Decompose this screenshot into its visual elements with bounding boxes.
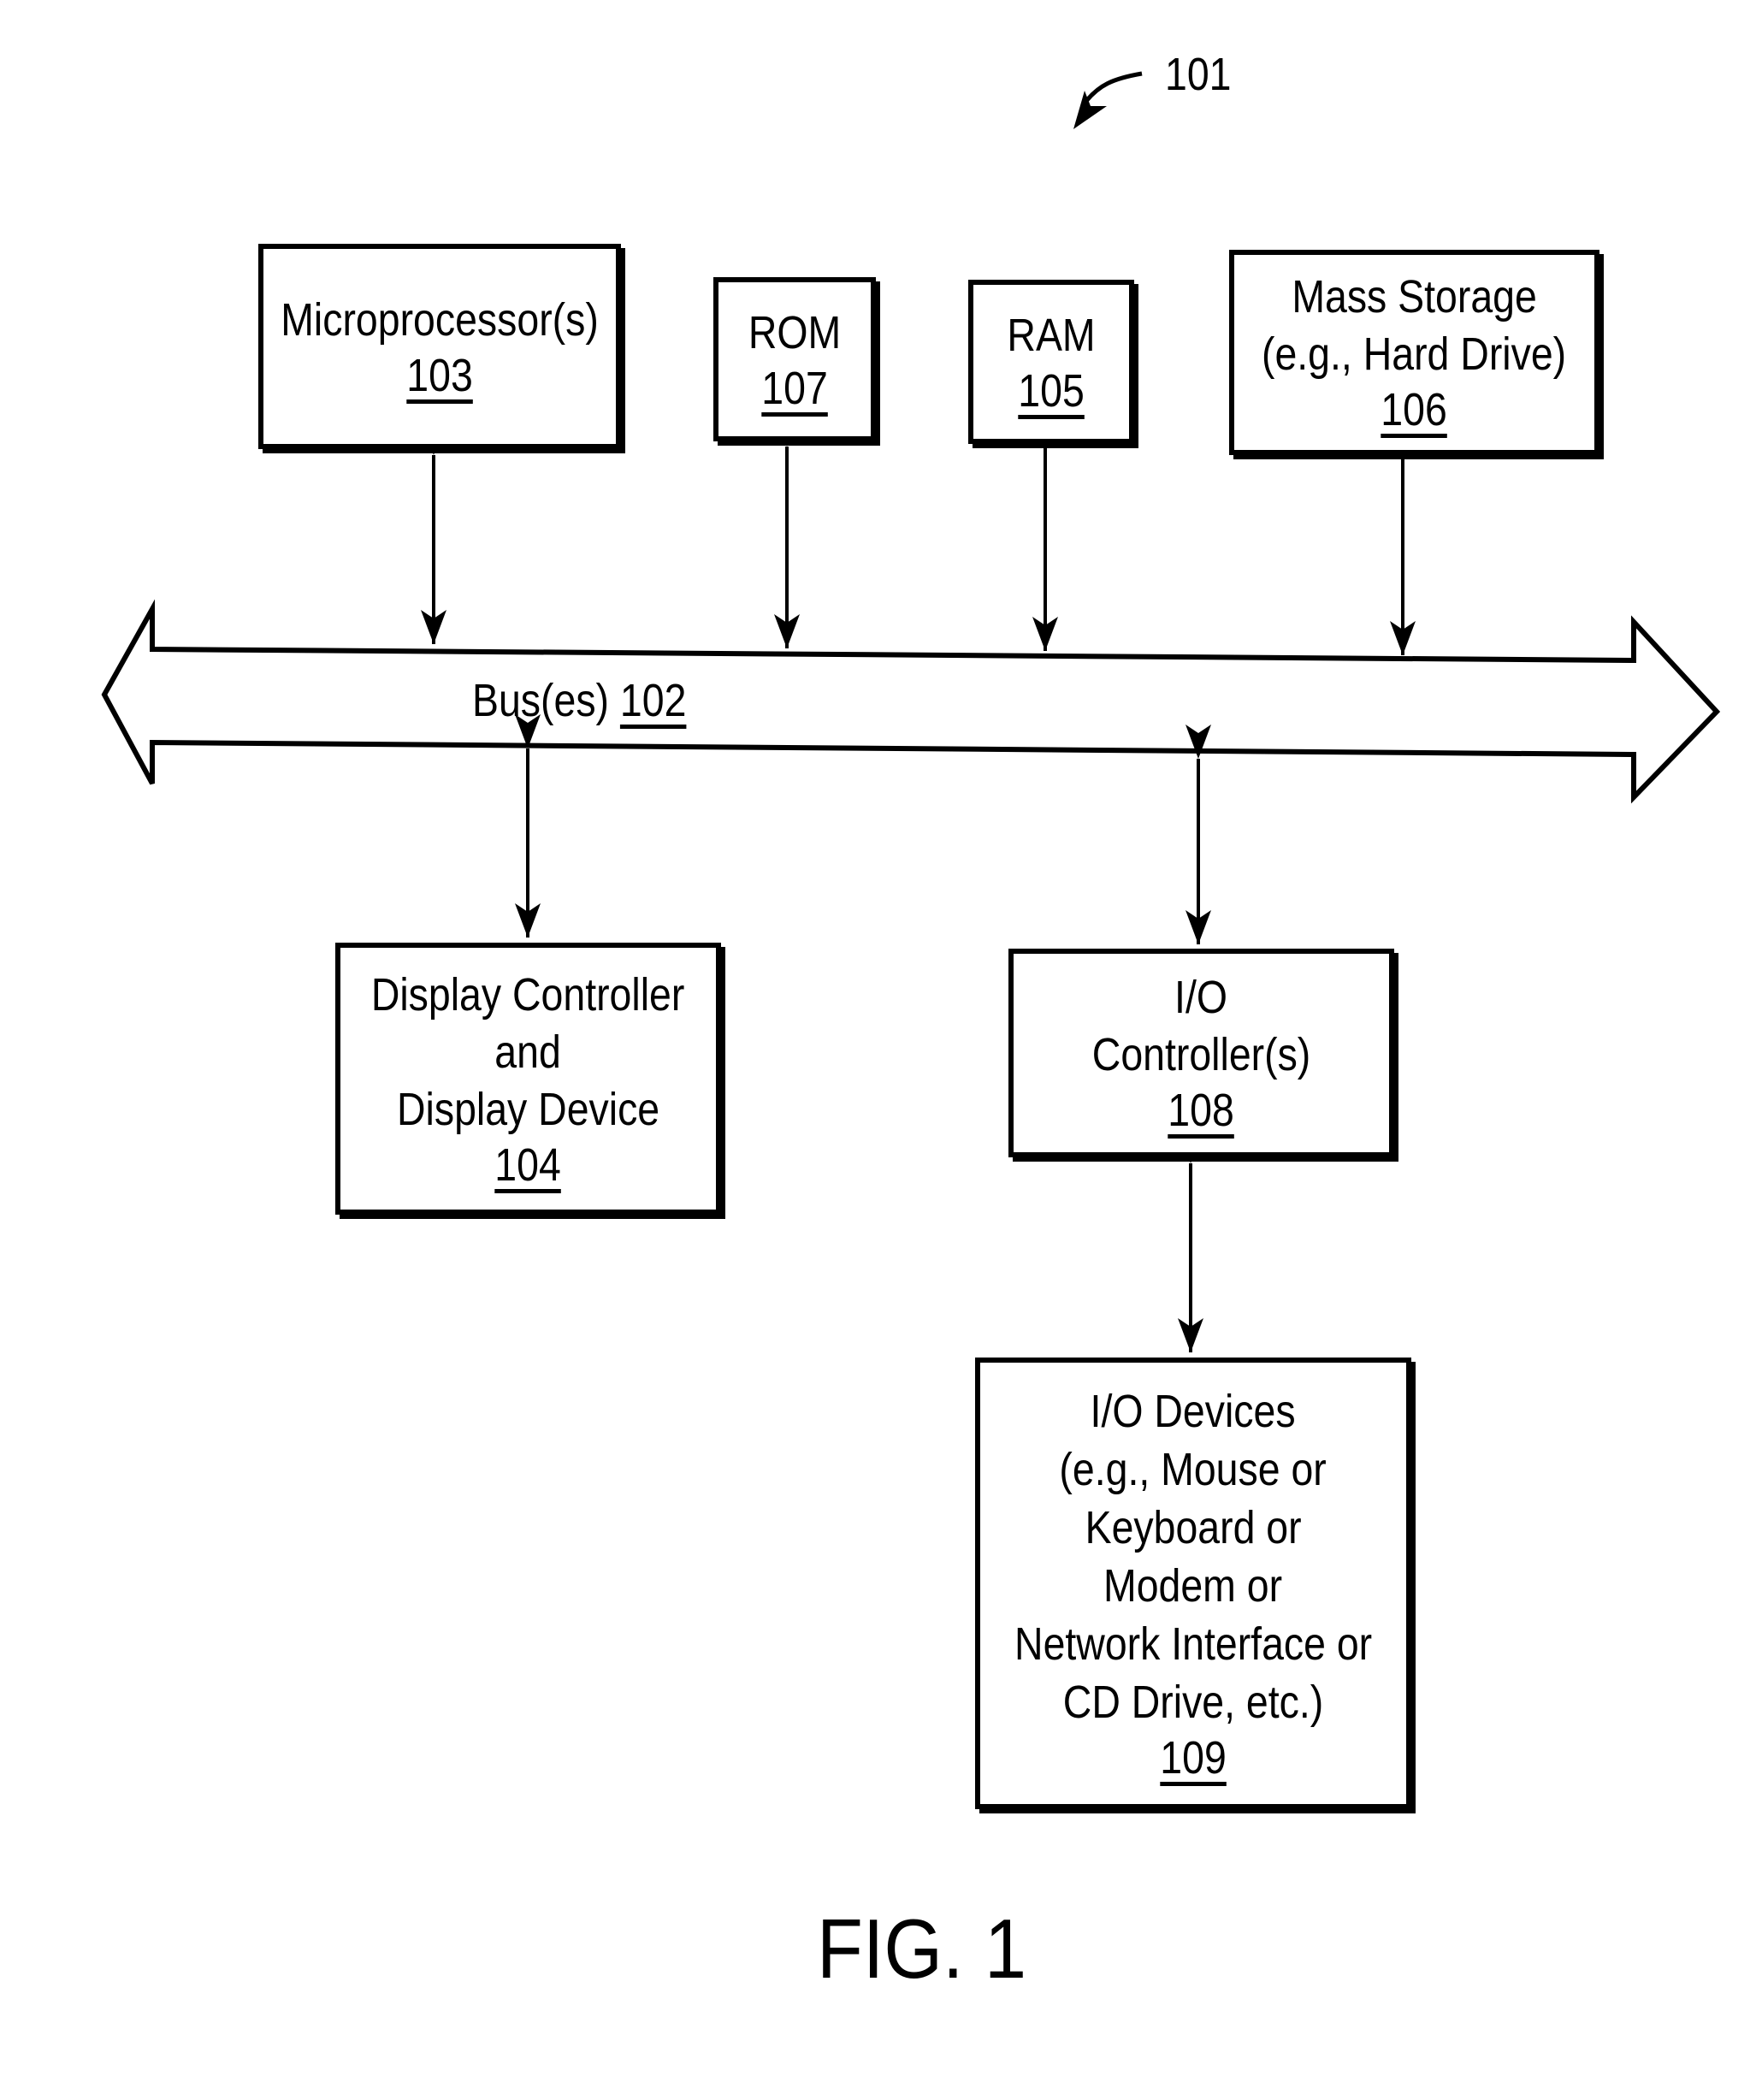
block-label: Microprocessor(s) — [281, 293, 599, 346]
io-devices-block: I/O Devices (e.g., Mouse or Keyboard or … — [975, 1358, 1411, 1809]
block-ref-number: 105 — [1018, 364, 1085, 417]
rom-block: ROM 107 — [713, 277, 876, 441]
block-label: RAM — [1007, 309, 1096, 361]
block-label: ROM — [748, 306, 842, 358]
block-ref-number: 104 — [494, 1139, 562, 1191]
block-ref-number: 107 — [761, 362, 828, 414]
bus-ref-number: 102 — [619, 675, 687, 726]
connectors — [421, 412, 1416, 1352]
block-ref-number: 108 — [1168, 1085, 1235, 1136]
block-label: CD Drive, etc.) — [1062, 1677, 1324, 1728]
block-label: Mass Storage — [1292, 271, 1537, 322]
figure-reference-number: 101 — [1165, 49, 1232, 100]
block-ref-number: 103 — [406, 349, 473, 401]
block-label: Modem or — [1103, 1560, 1283, 1612]
block-label: Network Interface or — [1014, 1618, 1373, 1670]
block-label: I/O — [1174, 972, 1228, 1023]
figure-caption: FIG. 1 — [817, 1902, 1027, 1996]
block-label: Controller(s) — [1091, 1029, 1311, 1080]
block-ref-number: 106 — [1381, 384, 1448, 435]
block-label: Display Controller — [371, 968, 685, 1020]
block-label: I/O Devices — [1090, 1386, 1296, 1437]
microprocessor-block: Microprocessor(s) 103 — [258, 244, 621, 449]
bus-label: Bus(es) 102 — [472, 674, 686, 727]
block-label: (e.g., Mouse or — [1059, 1444, 1327, 1495]
io-controller-block: I/O Controller(s) 108 — [1008, 949, 1394, 1157]
block-label: and — [494, 1026, 562, 1078]
figure-reference-arrow — [1085, 71, 1143, 103]
bus-arrow — [101, 599, 1721, 804]
display-controller-block: Display Controller and Display Device 10… — [335, 943, 721, 1215]
block-label: Display Device — [396, 1083, 660, 1135]
mass-storage-block: Mass Storage (e.g., Hard Drive) 106 — [1229, 250, 1599, 455]
block-label: Keyboard or — [1085, 1502, 1302, 1553]
bus-label-text: Bus(es) — [472, 675, 610, 726]
ram-block: RAM 105 — [968, 280, 1134, 444]
block-ref-number: 109 — [1160, 1732, 1227, 1784]
block-label: (e.g., Hard Drive) — [1262, 328, 1567, 380]
